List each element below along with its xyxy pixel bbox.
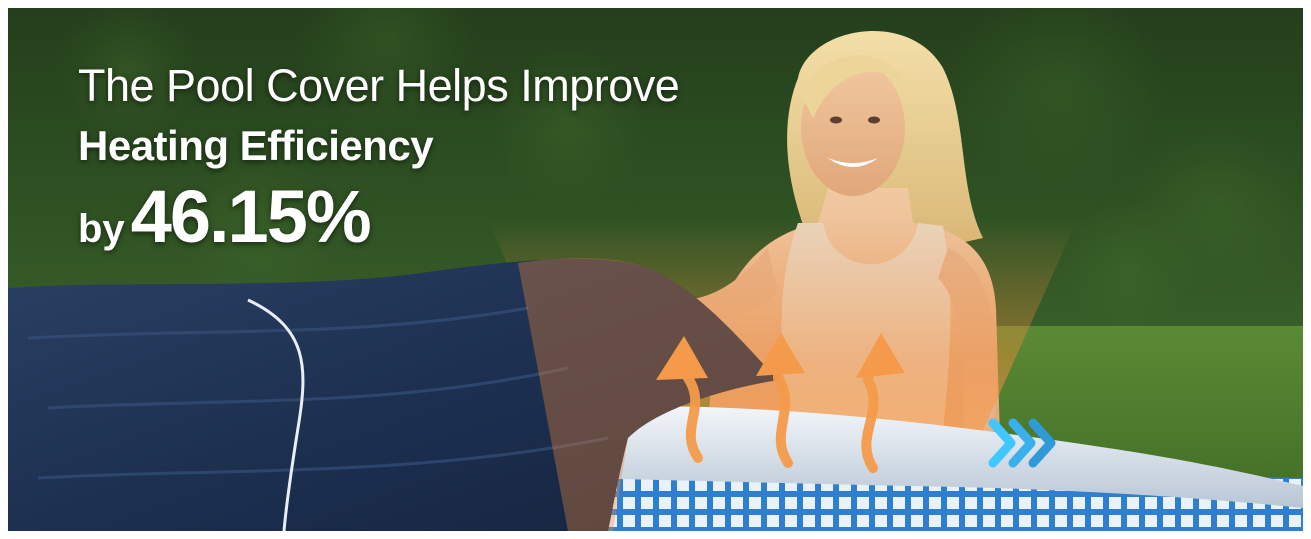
headline-line-3: by46.15% — [78, 180, 679, 275]
banner: The Pool Cover Helps Improve Heating Eff… — [8, 8, 1303, 531]
headline-line-1: The Pool Cover Helps Improve — [78, 60, 680, 111]
headline-percent: 46.15% — [130, 175, 372, 258]
headline: The Pool Cover Helps Improve Heating Eff… — [78, 60, 680, 275]
headline-line-2: Heating Efficiency — [78, 122, 434, 169]
headline-by: by — [78, 207, 125, 251]
